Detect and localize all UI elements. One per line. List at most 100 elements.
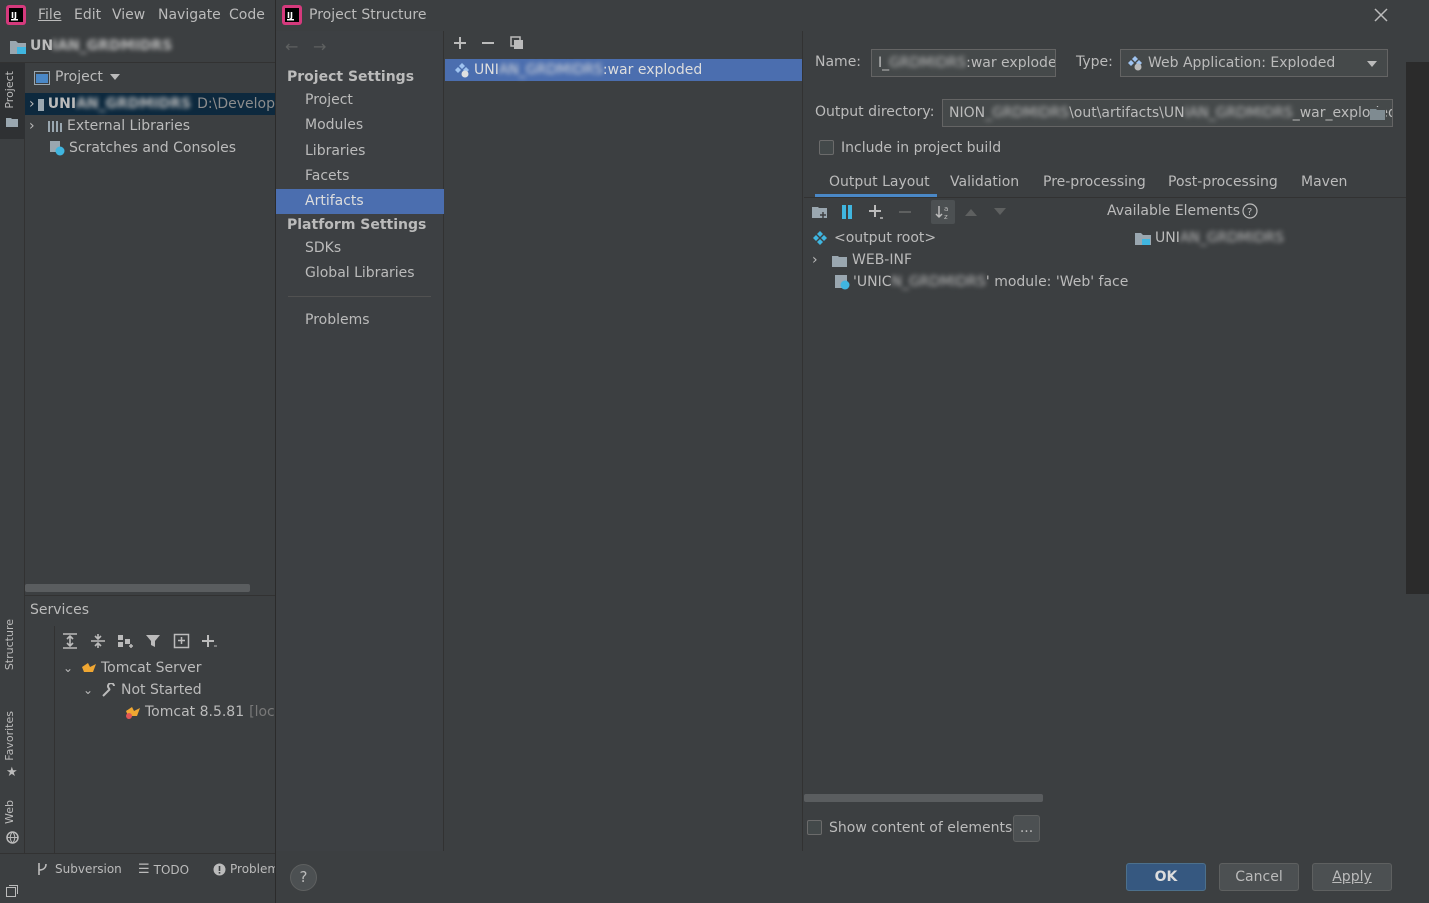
root-name: UNI — [47, 96, 77, 112]
tree-row-tomcat-server[interactable]: ⌄ Tomcat Server — [25, 657, 202, 679]
project-view-dropdown[interactable]: Project — [55, 69, 103, 85]
output-dir-blurred-2: IAN_GRDMIDRS — [1184, 105, 1293, 121]
layout-row-facet[interactable]: 'UNIC N_GRDMIDRS ' module: 'Web' face — [804, 271, 1128, 293]
chevron-down-icon[interactable] — [1367, 61, 1377, 67]
nav-item-sdks[interactable]: SDKs — [276, 236, 444, 261]
tool-tab-subversion[interactable]: Subversion — [36, 862, 122, 876]
artifacts-list-panel: UNI AN_GRDMIDRS :war exploded — [445, 31, 803, 851]
name-field[interactable]: I_GRDMIDRS:war exploded — [871, 49, 1056, 77]
cancel-button[interactable]: Cancel — [1219, 863, 1299, 891]
nav-item-libraries[interactable]: Libraries — [276, 139, 444, 164]
horizontal-scrollbar[interactable] — [25, 584, 250, 592]
show-content-options-button[interactable]: ... — [1013, 815, 1040, 842]
project-view-icon — [34, 71, 50, 85]
nav-item-artifacts[interactable]: Artifacts — [276, 189, 444, 214]
add-icon[interactable] — [450, 33, 470, 53]
chevron-right-icon[interactable]: › — [29, 96, 35, 112]
name-value-prefix: I_ — [878, 55, 890, 71]
root-path: D:\Develop — [197, 96, 275, 112]
tab-maven[interactable]: Maven — [1301, 167, 1347, 197]
tool-tab-project[interactable]: Project — [3, 71, 16, 109]
filter-icon[interactable] — [145, 633, 163, 649]
tool-tab-problems[interactable]: Problem — [213, 862, 279, 876]
copy-icon[interactable] — [507, 33, 527, 53]
output-directory-label: Output directory: — [815, 104, 935, 120]
show-content-checkbox[interactable] — [807, 820, 822, 835]
tree-row-not-started[interactable]: ⌄ Not Started — [25, 679, 202, 701]
show-content-label: Show content of elements — [829, 820, 1013, 836]
chevron-right-icon[interactable]: › — [29, 118, 43, 134]
sort-icon[interactable]: az — [931, 200, 955, 224]
remove-icon[interactable] — [895, 202, 915, 222]
nav-item-modules[interactable]: Modules — [276, 113, 444, 138]
new-directory-icon[interactable] — [810, 202, 830, 222]
expand-all-icon[interactable] — [61, 633, 79, 649]
tool-tab-web[interactable]: Web — [3, 800, 16, 824]
tree-row-external-libraries[interactable]: › External Libraries — [25, 115, 190, 137]
chevron-right-icon[interactable]: › — [812, 252, 824, 268]
remove-icon[interactable] — [478, 33, 498, 53]
menu-file[interactable]: File — [38, 7, 61, 23]
back-arrow-icon[interactable]: ← — [285, 37, 298, 56]
menu-code[interactable]: Code — [229, 7, 265, 23]
menu-navigate[interactable]: Navigate — [158, 7, 221, 23]
star-icon: ★ — [6, 765, 18, 780]
tab-output-layout[interactable]: Output Layout — [829, 167, 930, 197]
nav-item-problems[interactable]: Problems — [276, 308, 444, 333]
layout-row-output-root[interactable]: <output root> — [804, 227, 936, 249]
globe-icon — [6, 831, 19, 844]
menu-edit[interactable]: Edit — [74, 7, 101, 23]
artifact-item-selected[interactable]: UNI AN_GRDMIDRS :war exploded — [445, 59, 802, 81]
tree-row-root[interactable]: › UNI AN_GRDMIDRS D:\Develop — [25, 93, 275, 115]
tomcat-instance-label: Tomcat 8.5.81 — [145, 704, 245, 720]
ok-button[interactable]: OK — [1126, 863, 1206, 891]
external-libraries-label: External Libraries — [67, 118, 190, 134]
help-button[interactable]: ? — [290, 864, 317, 891]
include-in-build-checkbox[interactable] — [819, 140, 834, 155]
help-circle-icon[interactable]: ? — [1242, 203, 1258, 219]
output-dir-prefix: NION — [949, 105, 986, 121]
tab-pre-processing[interactable]: Pre-processing — [1043, 167, 1146, 197]
add-service-icon[interactable] — [201, 633, 219, 649]
tool-window-toggle-icon[interactable] — [6, 885, 18, 897]
tree-row-scratches[interactable]: Scratches and Consoles — [25, 137, 236, 159]
folder-browse-icon[interactable] — [1370, 107, 1386, 120]
add-copy-icon[interactable] — [867, 202, 887, 222]
type-select[interactable]: Web Application: Exploded — [1120, 49, 1388, 77]
menu-view[interactable]: View — [112, 7, 145, 23]
collapse-all-icon[interactable] — [89, 633, 107, 649]
output-dir-mid: \out\artifacts\UN — [1069, 105, 1185, 121]
module-folder-icon — [9, 39, 27, 55]
tool-tab-todo[interactable]: ☰ TODO — [138, 862, 189, 877]
available-row-module[interactable]: UNI AN_GRDMIDRS — [1134, 227, 1284, 249]
tool-tab-structure[interactable]: Structure — [3, 619, 16, 670]
move-up-icon[interactable] — [961, 202, 981, 222]
tab-validation[interactable]: Validation — [950, 167, 1019, 197]
apply-button[interactable]: Apply — [1312, 863, 1392, 891]
layout-row-web-inf[interactable]: › WEB-INF — [804, 249, 912, 271]
nav-item-global-libraries[interactable]: Global Libraries — [276, 261, 444, 286]
chevron-down-icon[interactable]: ⌄ — [83, 683, 97, 697]
library-icon — [48, 121, 62, 132]
tool-tab-favorites[interactable]: Favorites — [3, 711, 16, 761]
output-directory-field[interactable]: NION_GRDMIDRS\out\artifacts\UNIAN_GRDMID… — [942, 99, 1393, 127]
nav-item-project[interactable]: Project — [276, 88, 444, 113]
tab-post-processing[interactable]: Post-processing — [1168, 167, 1278, 197]
new-tab-icon[interactable] — [173, 633, 191, 649]
ide-project-name-blurred: IAN_GRDMIDRS — [52, 38, 173, 54]
svg-text:IJ: IJ — [11, 11, 17, 20]
web-facet-icon — [835, 275, 850, 290]
move-down-icon[interactable] — [990, 202, 1010, 222]
not-started-label: Not Started — [121, 682, 202, 698]
forward-arrow-icon[interactable]: → — [313, 37, 326, 56]
close-icon[interactable] — [1374, 8, 1388, 22]
services-toolbar — [61, 633, 219, 649]
chevron-down-icon[interactable]: ⌄ — [63, 661, 77, 675]
folder-icon — [6, 117, 18, 127]
tree-row-tomcat-instance[interactable]: Tomcat 8.5.81 [local — [25, 701, 287, 723]
nav-item-facets[interactable]: Facets — [276, 164, 444, 189]
horizontal-scrollbar[interactable] — [804, 794, 1043, 802]
archive-icon[interactable] — [837, 202, 857, 222]
chevron-down-icon[interactable] — [110, 74, 120, 80]
group-services-icon[interactable] — [117, 633, 135, 649]
